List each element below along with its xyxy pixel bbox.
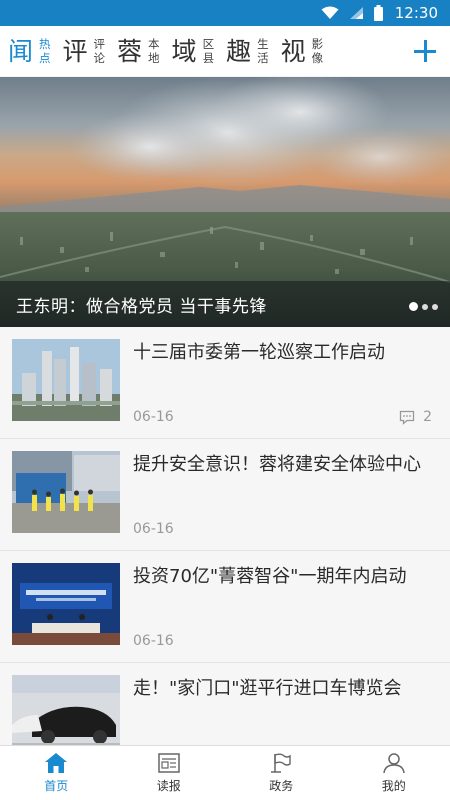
news-title: 走！"家门口"逛平行进口车博览会 [133, 678, 402, 699]
channel-county[interactable]: 域 区 县 [172, 26, 215, 76]
news-title: 投资70亿"菁蓉智谷"一期年内启动 [133, 566, 407, 587]
news-list: 十三届市委第一轮巡察工作启动 06-16 2 提升安全意识！蓉将建安全体验中心 … [0, 327, 450, 745]
channel-life[interactable]: 趣 生 活 [226, 26, 269, 76]
channel-local[interactable]: 蓉 本 地 [117, 26, 160, 76]
newspaper-icon [158, 753, 180, 773]
channel-main-label: 趣 [226, 36, 252, 66]
channel-sub-char: 本 [148, 37, 160, 51]
news-item[interactable]: 走！"家门口"逛平行进口车博览会 [0, 663, 450, 745]
news-date: 06-16 [133, 409, 174, 425]
tab-label: 读报 [156, 779, 181, 793]
channel-sub-label: 生 活 [257, 37, 269, 65]
status-time: 12:30 [394, 4, 438, 22]
channel-sub-char: 地 [148, 51, 160, 65]
channel-main-label: 蓉 [117, 36, 143, 66]
battery-icon [373, 5, 383, 21]
news-item[interactable]: 投资70亿"菁蓉智谷"一期年内启动 06-16 [0, 551, 450, 663]
channel-sub-char: 点 [39, 51, 51, 65]
channel-sub-label: 本 地 [148, 37, 160, 65]
news-item[interactable]: 提升安全意识！蓉将建安全体验中心 06-16 [0, 439, 450, 551]
news-title: 十三届市委第一轮巡察工作启动 [133, 342, 385, 363]
hero-caption-bar: 王东明：做合格党员 当干事先锋 [0, 281, 450, 327]
home-icon [45, 753, 68, 773]
tab-label: 政务 [269, 779, 294, 793]
tab-mine[interactable]: 我的 [338, 746, 450, 800]
add-channel-icon[interactable] [410, 34, 440, 68]
channel-hotspot[interactable]: 闻 热 点 [8, 26, 51, 76]
channel-sub-char: 县 [202, 51, 215, 65]
news-title: 提升安全意识！蓉将建安全体验中心 [133, 454, 421, 475]
app-screen: 12:30 闻 热 点 评 评 论 蓉 本 地 域 区 县 趣 生 活 视 影 … [0, 0, 450, 800]
channel-nav: 闻 热 点 评 评 论 蓉 本 地 域 区 县 趣 生 活 视 影 像 [0, 26, 450, 76]
carousel-indicator [409, 302, 438, 311]
channel-main-label: 评 [62, 36, 88, 66]
channel-main-label: 视 [280, 36, 306, 66]
channel-sub-char: 区 [202, 37, 215, 51]
news-item[interactable]: 十三届市委第一轮巡察工作启动 06-16 2 [0, 327, 450, 439]
channel-video[interactable]: 视 影 像 [281, 26, 324, 76]
tab-home[interactable]: 首页 [0, 746, 113, 800]
news-date: 06-16 [133, 521, 174, 537]
channel-sub-char: 生 [257, 37, 269, 51]
channel-main-label: 域 [171, 36, 197, 66]
channel-sub-char: 论 [93, 51, 106, 65]
status-bar: 12:30 [0, 0, 450, 26]
hero-banner[interactable]: 王东明：做合格党员 当干事先锋 [0, 77, 450, 327]
channel-sub-char: 热 [39, 37, 51, 51]
channel-sub-char: 评 [93, 37, 106, 51]
news-thumbnail [12, 451, 120, 533]
tab-newspaper[interactable]: 读报 [113, 746, 226, 800]
comment-icon [399, 410, 415, 425]
flag-icon [271, 753, 291, 773]
channel-sub-char: 像 [311, 51, 324, 65]
channel-sub-label: 区 县 [203, 37, 215, 65]
person-icon [383, 753, 405, 774]
hero-caption: 王东明：做合格党员 当干事先锋 [16, 296, 267, 317]
carousel-dot [432, 303, 438, 310]
signal-icon [349, 7, 363, 19]
channel-comment[interactable]: 评 评 论 [63, 26, 106, 76]
carousel-dot [422, 303, 428, 310]
channel-sub-char: 活 [257, 51, 269, 65]
news-thumbnail [12, 563, 120, 645]
carousel-dot-active [409, 302, 418, 311]
news-thumbnail [12, 675, 120, 745]
channel-sub-label: 热 点 [39, 37, 51, 65]
channel-sub-label: 影 像 [312, 37, 324, 65]
bottom-tab-bar: 首页 读报 政务 我的 [0, 745, 450, 800]
news-date: 06-16 [133, 633, 174, 649]
channel-sub-char: 影 [311, 37, 324, 51]
wifi-icon [321, 6, 339, 19]
tab-government[interactable]: 政务 [225, 746, 338, 800]
news-thumbnail [12, 339, 120, 421]
news-comments[interactable]: 2 [399, 409, 432, 425]
tab-label: 首页 [44, 779, 69, 793]
channel-main-label: 闻 [8, 36, 34, 66]
channel-sub-label: 评 论 [94, 37, 106, 65]
tab-label: 我的 [381, 779, 406, 793]
comment-count: 2 [423, 409, 432, 425]
